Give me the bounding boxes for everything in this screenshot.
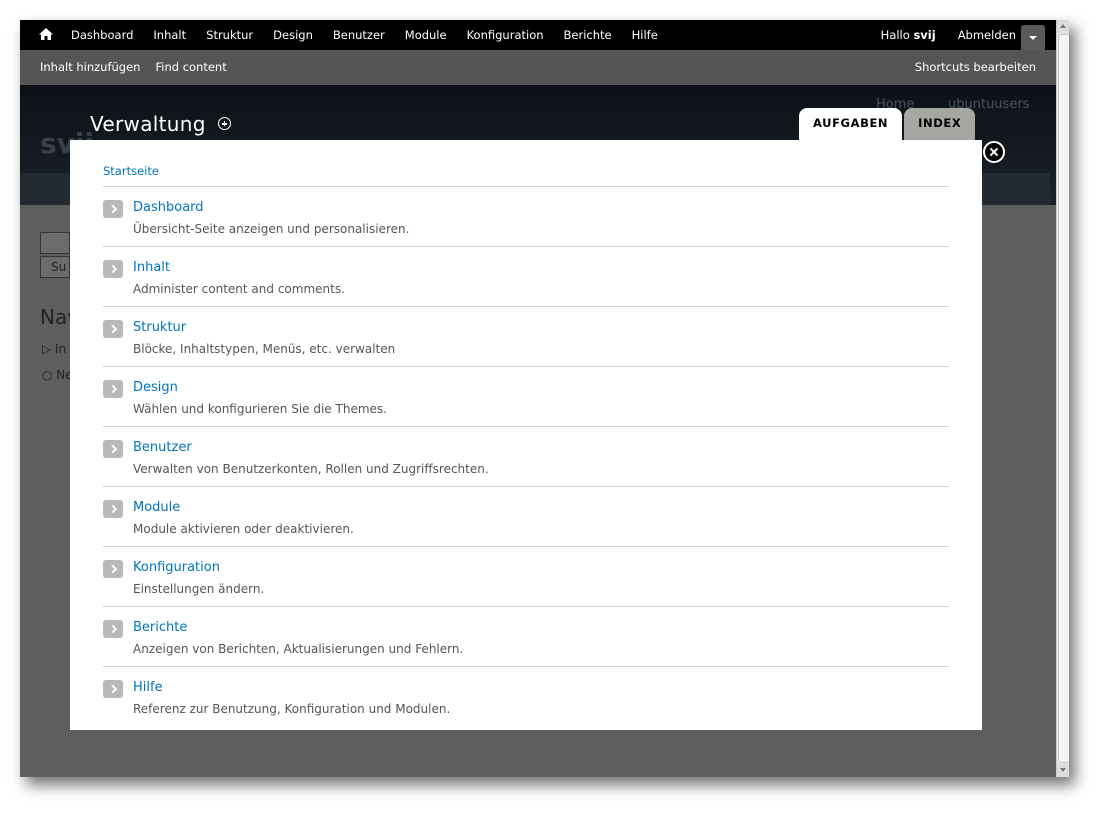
scroll-down-arrow-icon[interactable] [1057, 764, 1069, 777]
browser-window: Dashboard Inhalt Struktur Design Benutze… [20, 20, 1069, 777]
search-field [40, 232, 70, 254]
task-description: Einstellungen ändern. [133, 582, 265, 596]
chevron-right-icon [103, 440, 123, 458]
toolbar-item-konfiguration[interactable]: Konfiguration [467, 20, 544, 50]
task-link-konfiguration[interactable]: Konfiguration [133, 560, 220, 575]
add-shortcut-icon[interactable] [217, 117, 231, 130]
vertical-scrollbar[interactable] [1056, 20, 1069, 777]
task-link-module[interactable]: Module [133, 500, 180, 515]
toolbar-item-hilfe[interactable]: Hilfe [632, 20, 658, 50]
list-item: Module Module aktivieren oder deaktiviere… [103, 487, 949, 547]
nav-item-label: In [55, 342, 67, 356]
task-link-struktur[interactable]: Struktur [133, 320, 186, 335]
overlay-title: Verwaltung [90, 112, 231, 136]
tab-index[interactable]: INDEX [904, 108, 976, 140]
admin-task-list: Dashboard Übersicht-Seite anzeigen und pe… [103, 186, 949, 726]
list-item: Design Wählen und konfigurieren Sie die T… [103, 367, 949, 427]
toolbar-item-inhalt[interactable]: Inhalt [153, 20, 186, 50]
task-description: Referenz zur Benutzung, Konfiguration un… [133, 702, 451, 716]
task-description: Wählen und konfigurieren Sie die Themes. [133, 402, 387, 416]
edit-shortcuts-link[interactable]: Shortcuts bearbeiten [915, 50, 1036, 85]
shortcut-find-content[interactable]: Find content [155, 50, 226, 85]
toolbar-item-design[interactable]: Design [273, 20, 313, 50]
task-link-inhalt[interactable]: Inhalt [133, 260, 170, 275]
scroll-up-arrow-icon[interactable] [1057, 20, 1069, 33]
list-item: Struktur Blöcke, Inhaltstypen, Menüs, etc… [103, 307, 949, 367]
task-description: Blöcke, Inhaltstypen, Menüs, etc. verwal… [133, 342, 396, 356]
chevron-right-icon [103, 260, 123, 278]
list-item: Benutzer Verwalten von Benutzerkonten, Ro… [103, 427, 949, 487]
user-name: svij [913, 28, 936, 42]
toolbar-menu: Dashboard Inhalt Struktur Design Benutze… [71, 20, 678, 50]
chevron-right-icon [103, 620, 123, 638]
close-overlay-button[interactable] [983, 141, 1005, 163]
search-submit: Su [40, 256, 70, 278]
chevron-right-icon [103, 200, 123, 218]
tab-aufgaben[interactable]: AUFGABEN [799, 108, 903, 140]
greeting-text: Hallo [880, 28, 910, 42]
toolbar-item-benutzer[interactable]: Benutzer [333, 20, 385, 50]
chevron-right-icon [103, 560, 123, 578]
overlay-tabs: AUFGABEN INDEX [799, 108, 977, 140]
task-description: Anzeigen von Berichten, Aktualisierungen… [133, 642, 464, 656]
shortcut-add-content[interactable]: Inhalt hinzufügen [40, 50, 140, 85]
task-link-benutzer[interactable]: Benutzer [133, 440, 192, 455]
chevron-right-icon [103, 380, 123, 398]
breadcrumb[interactable]: Startseite [103, 164, 159, 178]
shortcut-bar: Inhalt hinzufügen Find content Shortcuts… [20, 50, 1056, 85]
task-description: Verwalten von Benutzerkonten, Rollen und… [133, 462, 489, 476]
toolbar-item-berichte[interactable]: Berichte [564, 20, 612, 50]
home-icon[interactable] [38, 26, 54, 42]
logout-link[interactable]: Abmelden [958, 20, 1016, 50]
toolbar-item-dashboard[interactable]: Dashboard [71, 20, 133, 50]
list-item: Hilfe Referenz zur Benutzung, Konfigurati… [103, 667, 949, 726]
nav-item: ▷ In [42, 342, 67, 356]
list-item: Berichte Anzeigen von Berichten, Aktualis… [103, 607, 949, 667]
admin-toolbar: Dashboard Inhalt Struktur Design Benutze… [20, 20, 1056, 50]
user-menu: Hallo svij Abmelden [859, 20, 1016, 50]
task-link-hilfe[interactable]: Hilfe [133, 680, 163, 695]
task-description: Module aktivieren oder deaktivieren. [133, 522, 354, 536]
task-link-berichte[interactable]: Berichte [133, 620, 187, 635]
list-item: Dashboard Übersicht-Seite anzeigen und pe… [103, 187, 949, 247]
list-item: Konfiguration Einstellungen ändern. [103, 547, 949, 607]
toolbar-item-struktur[interactable]: Struktur [206, 20, 253, 50]
nav-item: ○ Ne [42, 368, 73, 382]
task-link-dashboard[interactable]: Dashboard [133, 200, 204, 215]
shortcuts-toggle-button[interactable] [1021, 25, 1045, 50]
overlay-title-text: Verwaltung [90, 112, 206, 136]
overlay-panel: Startseite Dashboard Übersicht-Seite anze… [70, 140, 982, 730]
user-greeting[interactable]: Hallo svij [881, 20, 936, 50]
task-link-design[interactable]: Design [133, 380, 178, 395]
task-description: Übersicht-Seite anzeigen und personalisi… [133, 222, 410, 236]
chevron-right-icon [103, 320, 123, 338]
toolbar-item-module[interactable]: Module [405, 20, 447, 50]
chevron-right-icon [103, 500, 123, 518]
task-description: Administer content and comments. [133, 282, 345, 296]
scrollbar-thumb[interactable] [1058, 34, 1069, 763]
chevron-right-icon [103, 680, 123, 698]
list-item: Inhalt Administer content and comments. [103, 247, 949, 307]
